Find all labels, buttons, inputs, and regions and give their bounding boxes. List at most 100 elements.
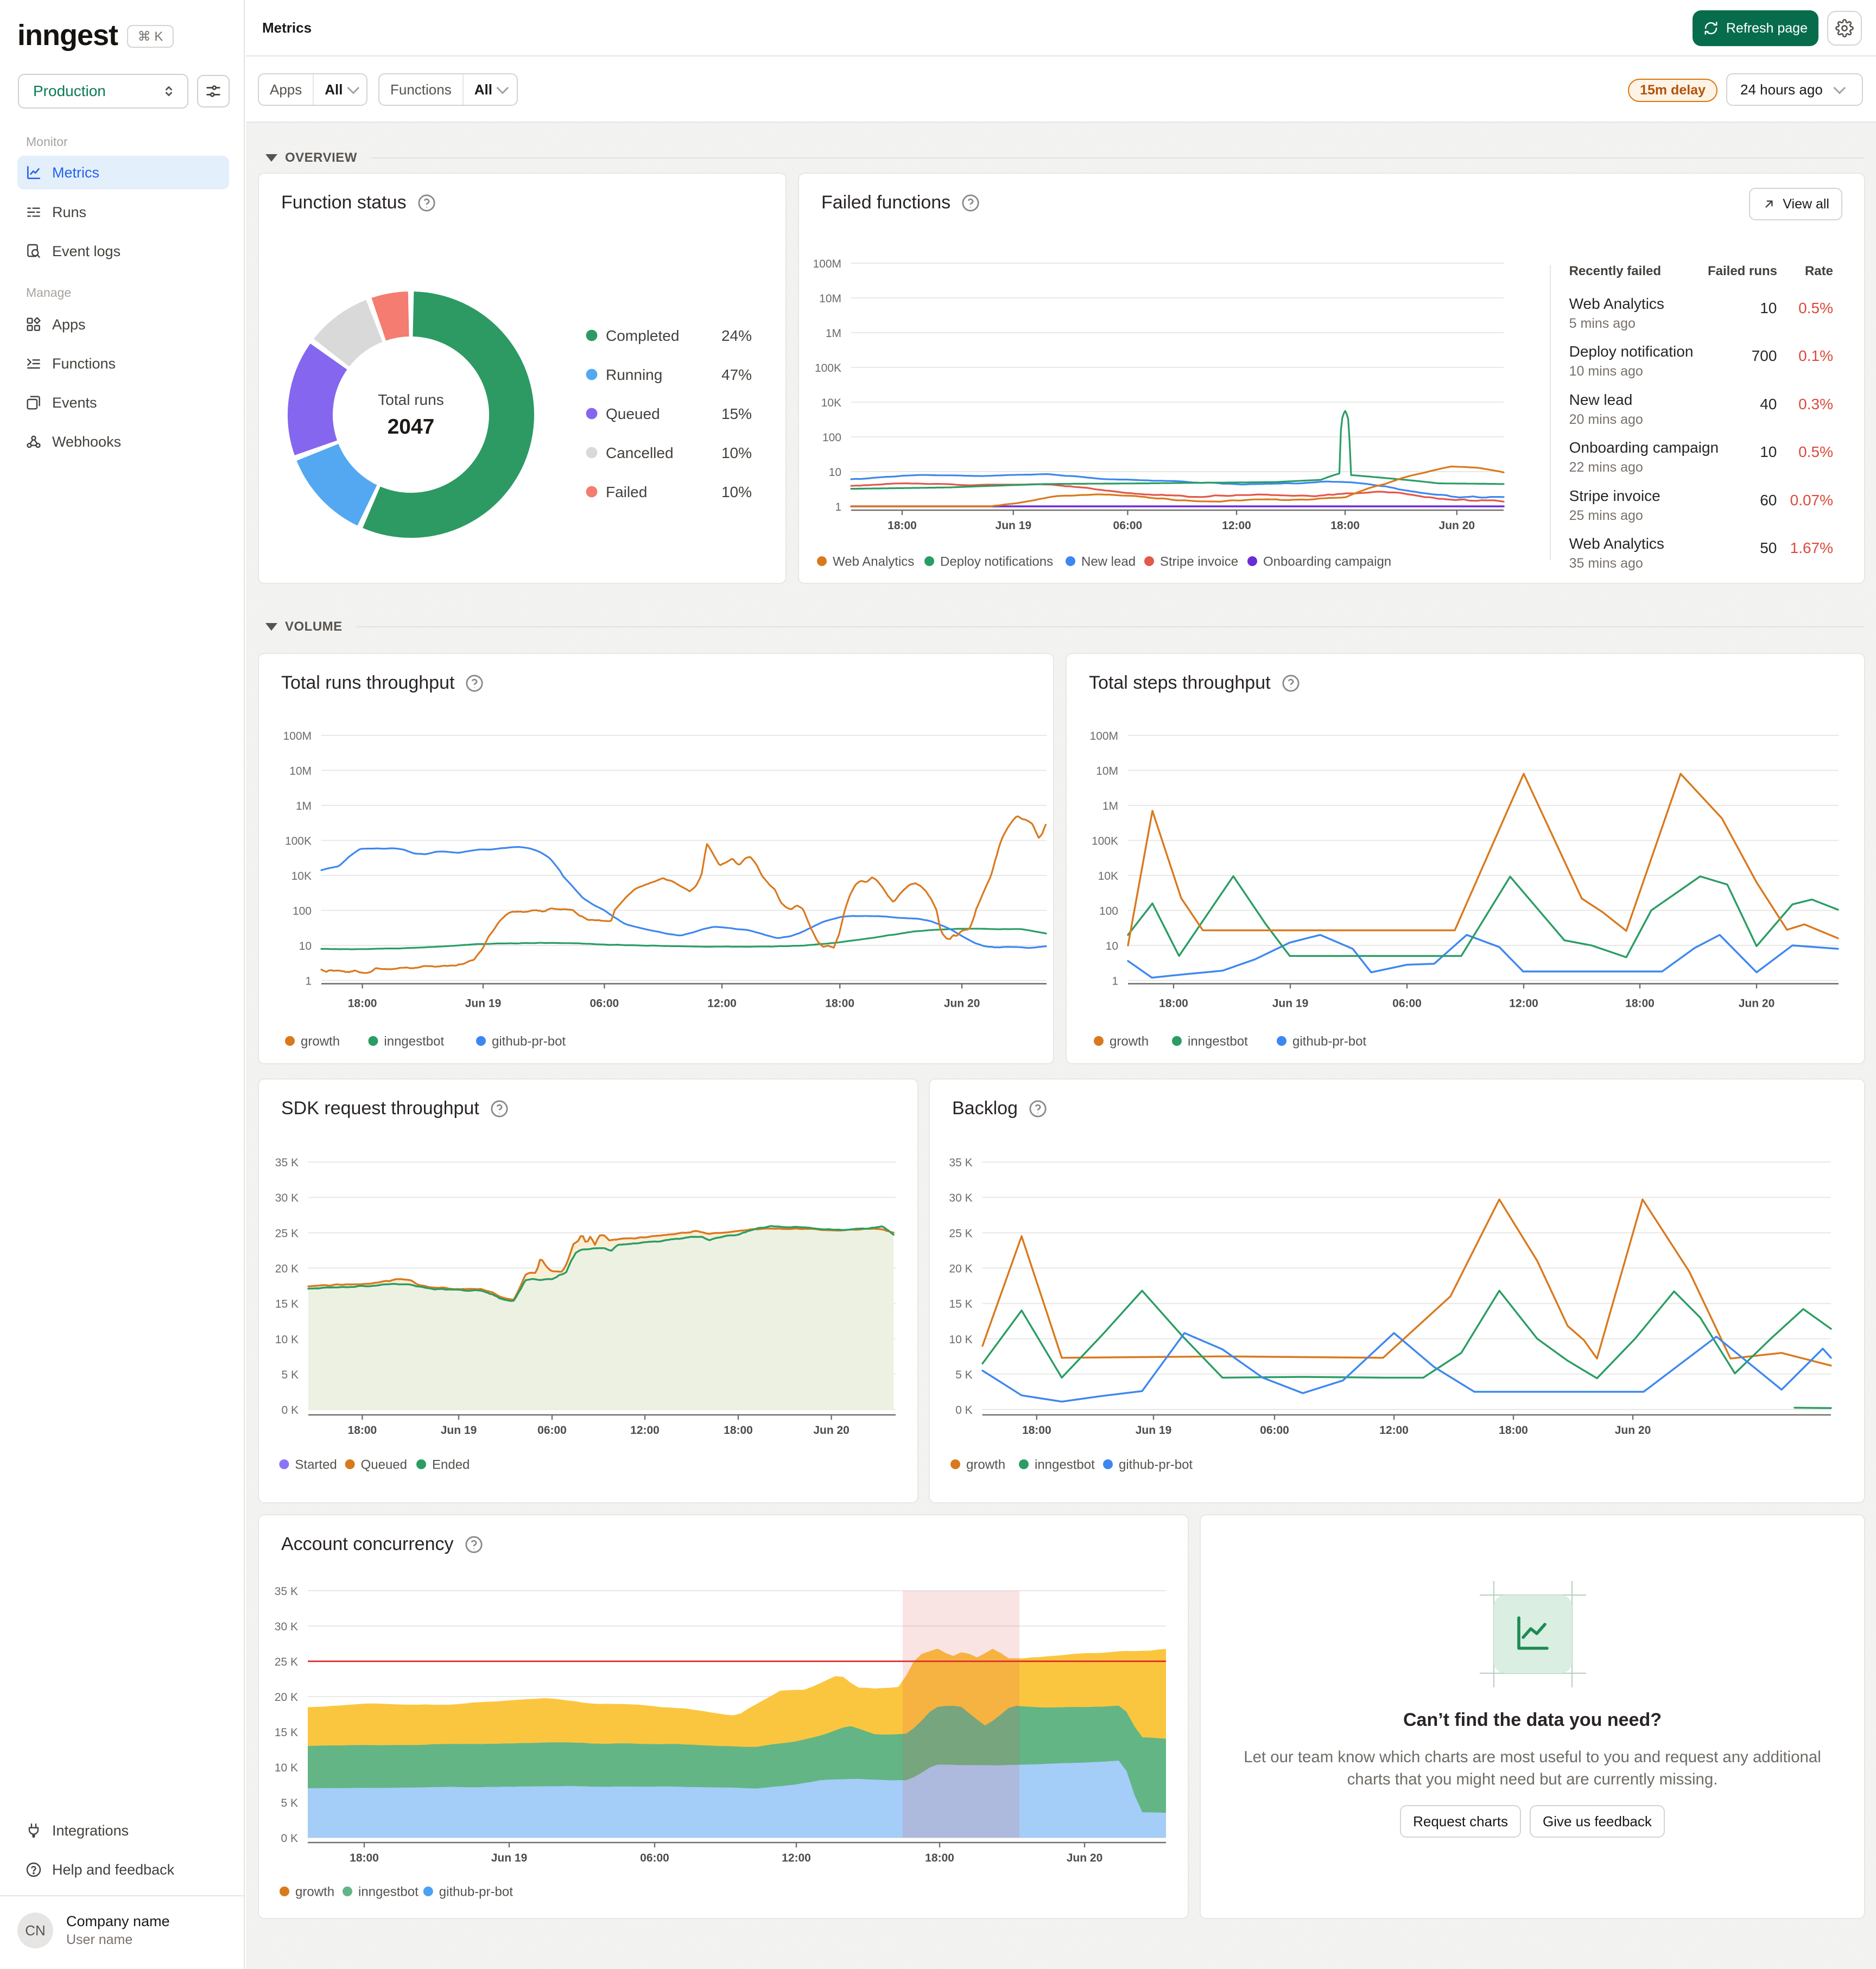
svg-text:06:00: 06:00 xyxy=(590,997,619,1009)
svg-text:Completed: Completed xyxy=(606,327,679,344)
svg-text:100K: 100K xyxy=(285,835,312,848)
svg-text:1: 1 xyxy=(1112,975,1118,988)
svg-text:10%: 10% xyxy=(721,484,752,500)
svg-text:10K: 10K xyxy=(291,870,312,882)
svg-text:Jun 19: Jun 19 xyxy=(996,519,1032,532)
svg-text:Jun 19: Jun 19 xyxy=(1272,997,1309,1009)
svg-text:Queued: Queued xyxy=(361,1457,407,1472)
svg-text:Stripe invoice: Stripe invoice xyxy=(1160,554,1238,569)
svg-text:growth: growth xyxy=(295,1884,334,1899)
svg-text:35 K: 35 K xyxy=(275,1585,298,1598)
svg-text:20 K: 20 K xyxy=(949,1262,972,1275)
svg-text:06:00: 06:00 xyxy=(1260,1424,1289,1437)
svg-text:inngestbot: inngestbot xyxy=(1188,1034,1248,1049)
svg-text:10 K: 10 K xyxy=(275,1333,299,1346)
svg-text:growth: growth xyxy=(1110,1034,1149,1049)
svg-text:12:00: 12:00 xyxy=(782,1852,811,1864)
svg-text:github-pr-bot: github-pr-bot xyxy=(1119,1457,1193,1472)
svg-text:1M: 1M xyxy=(296,800,312,812)
svg-text:100M: 100M xyxy=(283,730,312,742)
svg-text:Jun 19: Jun 19 xyxy=(491,1852,528,1864)
svg-text:20 K: 20 K xyxy=(275,1691,298,1704)
svg-text:15 K: 15 K xyxy=(275,1726,298,1739)
svg-text:18:00: 18:00 xyxy=(1330,519,1360,532)
svg-text:12:00: 12:00 xyxy=(707,997,737,1009)
svg-text:10M: 10M xyxy=(289,765,312,777)
svg-text:35 K: 35 K xyxy=(949,1157,972,1169)
svg-text:18:00: 18:00 xyxy=(1159,997,1188,1009)
svg-text:100: 100 xyxy=(822,431,841,444)
svg-text:20 K: 20 K xyxy=(275,1262,299,1275)
svg-text:18:00: 18:00 xyxy=(724,1424,753,1437)
svg-text:18:00: 18:00 xyxy=(925,1852,954,1864)
svg-text:Jun 20: Jun 20 xyxy=(1439,519,1475,532)
svg-text:25 K: 25 K xyxy=(949,1227,972,1240)
svg-text:10K: 10K xyxy=(821,397,841,409)
svg-text:35 K: 35 K xyxy=(275,1157,299,1169)
svg-text:Jun 19: Jun 19 xyxy=(441,1424,477,1437)
svg-text:Jun 19: Jun 19 xyxy=(465,997,502,1009)
svg-text:10M: 10M xyxy=(1096,765,1118,777)
svg-text:Jun 20: Jun 20 xyxy=(813,1424,850,1437)
svg-text:06:00: 06:00 xyxy=(1392,997,1422,1009)
svg-text:06:00: 06:00 xyxy=(537,1424,567,1437)
svg-text:inngestbot: inngestbot xyxy=(384,1034,444,1049)
svg-text:18:00: 18:00 xyxy=(350,1852,379,1864)
svg-text:06:00: 06:00 xyxy=(640,1852,669,1864)
svg-text:10 K: 10 K xyxy=(275,1762,298,1774)
svg-text:10M: 10M xyxy=(819,293,841,305)
svg-text:Onboarding campaign: Onboarding campaign xyxy=(1263,554,1391,569)
svg-text:18:00: 18:00 xyxy=(348,1424,377,1437)
svg-text:0 K: 0 K xyxy=(281,1404,299,1417)
svg-text:github-pr-bot: github-pr-bot xyxy=(492,1034,566,1049)
svg-text:12:00: 12:00 xyxy=(1222,519,1251,532)
svg-text:18:00: 18:00 xyxy=(1625,997,1655,1009)
svg-text:18:00: 18:00 xyxy=(888,519,917,532)
svg-text:10: 10 xyxy=(299,940,312,952)
svg-text:Started: Started xyxy=(295,1457,337,1472)
svg-text:30 K: 30 K xyxy=(275,1192,299,1204)
svg-text:Ended: Ended xyxy=(432,1457,470,1472)
svg-text:Total runs: Total runs xyxy=(378,391,443,408)
svg-text:25 K: 25 K xyxy=(275,1656,298,1668)
svg-text:15 K: 15 K xyxy=(275,1298,299,1311)
svg-text:100: 100 xyxy=(1099,905,1118,917)
svg-text:100M: 100M xyxy=(813,258,841,270)
svg-text:10%: 10% xyxy=(721,444,752,461)
svg-text:5 K: 5 K xyxy=(281,1369,299,1381)
svg-text:2047: 2047 xyxy=(388,415,435,439)
svg-text:18:00: 18:00 xyxy=(348,997,377,1009)
svg-text:100K: 100K xyxy=(1092,835,1118,848)
svg-text:Jun 20: Jun 20 xyxy=(1067,1852,1103,1864)
svg-text:12:00: 12:00 xyxy=(1509,997,1538,1009)
svg-text:25 K: 25 K xyxy=(275,1227,299,1240)
svg-text:0 K: 0 K xyxy=(281,1832,298,1845)
svg-text:1: 1 xyxy=(305,975,312,988)
svg-text:24%: 24% xyxy=(721,327,752,344)
svg-text:inngestbot: inngestbot xyxy=(358,1884,419,1899)
svg-text:15%: 15% xyxy=(721,405,752,422)
svg-text:10: 10 xyxy=(829,466,841,479)
svg-text:Jun 20: Jun 20 xyxy=(1739,997,1775,1009)
svg-text:Jun 20: Jun 20 xyxy=(1615,1424,1651,1437)
svg-text:New lead: New lead xyxy=(1081,554,1136,569)
svg-text:18:00: 18:00 xyxy=(825,997,854,1009)
svg-text:5 K: 5 K xyxy=(955,1369,973,1381)
svg-text:100K: 100K xyxy=(815,362,841,374)
svg-text:30 K: 30 K xyxy=(275,1621,298,1633)
svg-text:1M: 1M xyxy=(826,327,841,340)
svg-text:github-pr-bot: github-pr-bot xyxy=(439,1884,513,1899)
svg-text:Jun 20: Jun 20 xyxy=(944,997,980,1009)
svg-text:12:00: 12:00 xyxy=(1379,1424,1409,1437)
svg-text:10K: 10K xyxy=(1098,870,1118,882)
svg-text:Running: Running xyxy=(606,366,662,383)
svg-text:Jun 19: Jun 19 xyxy=(1136,1424,1172,1437)
svg-text:0 K: 0 K xyxy=(955,1404,973,1417)
svg-text:10: 10 xyxy=(1106,940,1118,952)
svg-text:Queued: Queued xyxy=(606,405,660,422)
svg-text:06:00: 06:00 xyxy=(1113,519,1143,532)
svg-text:inngestbot: inngestbot xyxy=(1035,1457,1095,1472)
svg-text:15 K: 15 K xyxy=(949,1298,972,1311)
svg-text:100M: 100M xyxy=(1089,730,1118,742)
svg-text:1: 1 xyxy=(835,501,841,513)
